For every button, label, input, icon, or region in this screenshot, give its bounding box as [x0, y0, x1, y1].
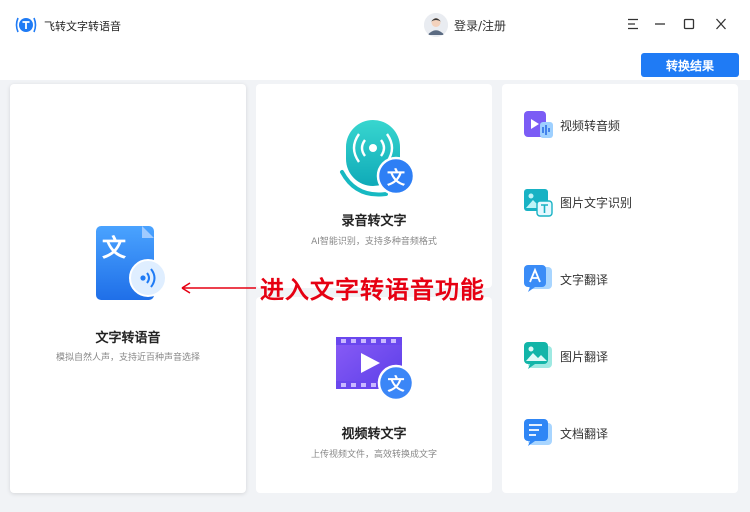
login-register-label: 登录/注册: [454, 18, 507, 33]
rec-card-desc: AI智能识别，支持多种音频格式: [311, 237, 437, 247]
tool-label: 文字翻译: [560, 272, 609, 287]
recording-to-text-icon: 文: [340, 120, 416, 197]
tts-badge-char: 文: [102, 234, 127, 262]
tool-label: 文档翻译: [560, 426, 609, 441]
tool-item-image-translate[interactable]: 图片翻译: [522, 339, 722, 373]
maximize-icon[interactable]: [677, 12, 701, 36]
video-to-text-icon: 文: [336, 337, 415, 402]
vid-badge-char: 文: [388, 374, 406, 395]
user-icon: [424, 13, 448, 37]
tool-item-image-ocr[interactable]: 图片文字识别: [522, 185, 722, 219]
image-translate-icon: [524, 342, 552, 369]
tool-item-video-to-audio[interactable]: 视频转音频: [522, 108, 722, 142]
tool-item-text-translate[interactable]: 文字翻译: [522, 262, 722, 296]
title-bar: 飞转文字转语音 登录/注册 转换结果: [0, 0, 750, 77]
text-to-speech-icon: 文: [96, 226, 167, 300]
tool-label: 图片文字识别: [560, 195, 633, 210]
video-to-text-card[interactable]: 文 视频转文字 上传视频文件，高效转换成文字: [256, 297, 492, 493]
tool-label: 视频转音频: [560, 118, 621, 133]
annotation-arrow-icon: [181, 282, 256, 294]
app-title: 飞转文字转语音: [44, 20, 121, 33]
rec-badge-char: 文: [387, 167, 406, 189]
tool-list-panel: 视频转音频 图片文字识别 文字翻译 图片翻译 文档翻译: [502, 84, 738, 493]
tool-label: 图片翻译: [560, 349, 609, 364]
document-translate-icon: [524, 419, 552, 446]
app-logo-icon: [15, 17, 37, 33]
menu-icon[interactable]: [621, 12, 645, 36]
recording-to-text-card[interactable]: 文 录音转文字 AI智能识别，支持多种音频格式: [256, 84, 492, 288]
tts-card-title: 文字转语音: [95, 331, 161, 346]
image-ocr-icon: [524, 189, 553, 217]
video-audio-icon: [524, 111, 553, 138]
close-icon[interactable]: [709, 12, 733, 36]
conversion-results-button[interactable]: 转换结果: [641, 53, 739, 77]
avatar: [424, 13, 448, 37]
tts-card-desc: 模拟自然人声，支持近百种声音选择: [55, 353, 200, 363]
rec-card-title: 录音转文字: [341, 214, 407, 229]
vid-card-desc: 上传视频文件，高效转换成文字: [310, 450, 437, 460]
vid-card-title: 视频转文字: [341, 427, 407, 442]
login-register-button[interactable]: 登录/注册: [424, 12, 506, 38]
annotation-text: 进入文字转语音功能: [260, 276, 485, 304]
minimize-icon[interactable]: [648, 12, 672, 36]
text-translate-icon: [524, 265, 552, 292]
tool-item-document-translate[interactable]: 文档翻译: [522, 416, 722, 450]
